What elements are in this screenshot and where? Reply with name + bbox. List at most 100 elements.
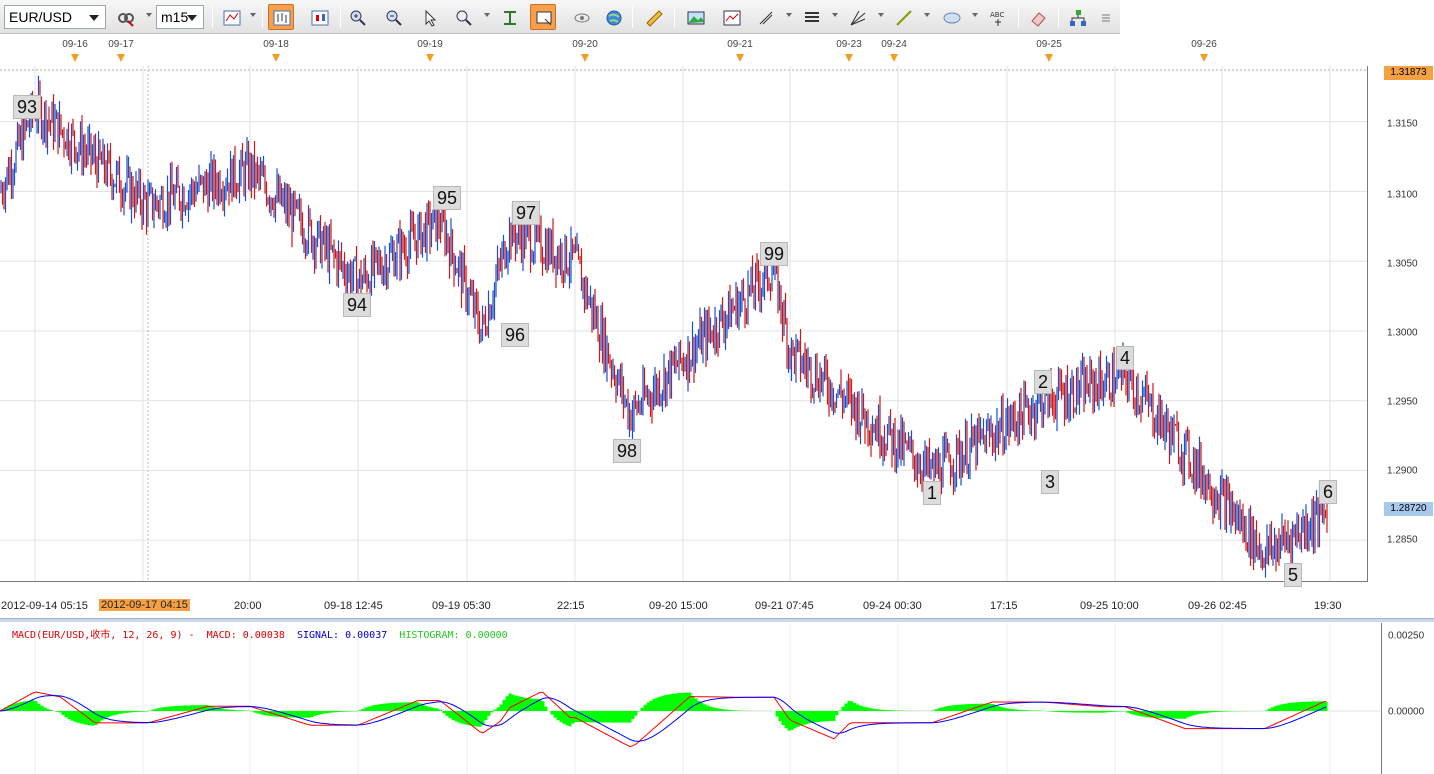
crosshair-icon[interactable]: [752, 4, 778, 30]
histogram-bar: [1075, 711, 1079, 713]
toolbar-separator: [340, 6, 341, 28]
date-marker-icon[interactable]: [272, 54, 280, 62]
date-marker-label: 09-19: [417, 39, 443, 50]
wave-label: 1: [922, 481, 942, 505]
histogram-bar: [1111, 711, 1115, 712]
svg-text:ABC: ABC: [990, 11, 1004, 19]
chart-type-icon[interactable]: [218, 4, 244, 30]
eraser-icon[interactable]: [1024, 4, 1050, 30]
histogram-bar: [937, 708, 941, 711]
wave-label: 95: [432, 186, 462, 210]
date-marker-bar: 09-16 09-17 09-18 09-19 09-20 09-21 09-23 09-24…: [0, 36, 1368, 66]
histogram-bar: [223, 709, 227, 711]
ellipse-icon[interactable]: [938, 4, 964, 30]
macd-axis-label: 0.00250: [1388, 630, 1425, 642]
symbol-select[interactable]: EUR/USD: [4, 5, 106, 29]
histogram-bar: [709, 706, 713, 711]
histogram-bar: [700, 702, 704, 711]
histogram-bar: [865, 707, 869, 711]
chevron-down-icon[interactable]: [484, 13, 490, 17]
histogram-bar: [838, 710, 842, 711]
rectangle-icon[interactable]: [530, 4, 556, 30]
histogram-bar: [1102, 711, 1106, 713]
zoom-out-icon[interactable]: [380, 4, 406, 30]
chevron-down-icon[interactable]: [786, 13, 792, 17]
globe-icon[interactable]: [600, 4, 626, 30]
histogram-bar: [1030, 710, 1034, 711]
timeframe-select[interactable]: m15: [156, 5, 204, 29]
chevron-down-icon[interactable]: [832, 13, 838, 17]
template-icon[interactable]: [718, 4, 744, 30]
panel-splitter[interactable]: [0, 618, 1434, 622]
histogram-bar: [706, 705, 710, 711]
image-icon[interactable]: [682, 4, 708, 30]
histogram-bar: [1207, 711, 1211, 713]
date-marker-icon[interactable]: [426, 54, 434, 62]
toolbar-menu-icon[interactable]: [1096, 4, 1114, 30]
histogram-bar: [715, 708, 719, 711]
price-chart[interactable]: [0, 66, 1368, 582]
histogram-bar: [841, 706, 845, 711]
network-icon[interactable]: [1064, 4, 1090, 30]
date-marker-icon[interactable]: [1045, 54, 1053, 62]
histogram-bar: [943, 706, 947, 711]
eye-icon[interactable]: [568, 4, 594, 30]
histogram-bar: [421, 704, 425, 711]
zoom-in-icon[interactable]: [344, 4, 370, 30]
fan-lines-icon[interactable]: [844, 4, 870, 30]
histogram-bar: [1108, 711, 1112, 713]
macd-axis-label: 0.00000: [1388, 706, 1425, 718]
date-marker-icon[interactable]: [1200, 54, 1208, 62]
histogram-bar: [1264, 710, 1268, 711]
chevron-down-icon: [187, 15, 197, 21]
date-marker-icon[interactable]: [117, 54, 125, 62]
histogram-bar: [655, 697, 659, 711]
histogram-bar: [178, 705, 182, 711]
wave-label: 4: [1115, 346, 1135, 370]
text-tool-icon[interactable]: ABC: [984, 4, 1010, 30]
bar-chart-icon[interactable]: [268, 4, 294, 30]
chevron-down-icon[interactable]: [878, 13, 884, 17]
histogram-bar: [1132, 711, 1136, 715]
histogram-bar: [568, 711, 572, 727]
histogram-bar: [1051, 711, 1055, 712]
histogram-bar: [1216, 711, 1220, 712]
wave-label: 97: [511, 201, 541, 225]
toolbar-separator: [1058, 6, 1059, 28]
histogram-bar: [826, 711, 830, 722]
date-marker-icon[interactable]: [581, 54, 589, 62]
chevron-down-icon[interactable]: [924, 13, 930, 17]
histogram-bar: [877, 709, 881, 711]
ruler-icon[interactable]: [640, 4, 666, 30]
link-icon[interactable]: [112, 4, 138, 30]
histogram-bar: [1087, 711, 1091, 713]
histogram-bar: [334, 711, 338, 713]
candlestick-icon[interactable]: [306, 4, 332, 30]
histogram-bar: [289, 711, 293, 718]
histogram-bar: [310, 711, 314, 717]
trend-line-icon[interactable]: [890, 4, 916, 30]
auto-scroll-icon[interactable]: [496, 4, 522, 30]
histogram-bar: [154, 708, 158, 711]
histogram-bar: [241, 710, 245, 711]
horizontal-lines-icon[interactable]: [798, 4, 824, 30]
cursor-icon[interactable]: [416, 4, 442, 30]
date-marker-icon[interactable]: [71, 54, 79, 62]
date-marker-icon[interactable]: [736, 54, 744, 62]
date-marker-icon[interactable]: [890, 54, 898, 62]
histogram-bar: [121, 711, 125, 714]
histogram-bar: [871, 708, 875, 711]
histogram-bar: [457, 711, 461, 723]
histogram-bar: [61, 711, 65, 716]
zoom-fit-icon[interactable]: [450, 4, 476, 30]
histogram-bar: [325, 711, 329, 714]
chevron-down-icon[interactable]: [250, 13, 256, 17]
histogram-bar: [1069, 711, 1073, 713]
histogram-bar: [1285, 703, 1289, 711]
macd-chart[interactable]: [0, 623, 1380, 774]
chevron-down-icon[interactable]: [972, 13, 978, 17]
histogram-bar: [1279, 704, 1283, 711]
date-marker-icon[interactable]: [845, 54, 853, 62]
histogram-bar: [268, 711, 272, 716]
chevron-down-icon[interactable]: [146, 13, 152, 17]
